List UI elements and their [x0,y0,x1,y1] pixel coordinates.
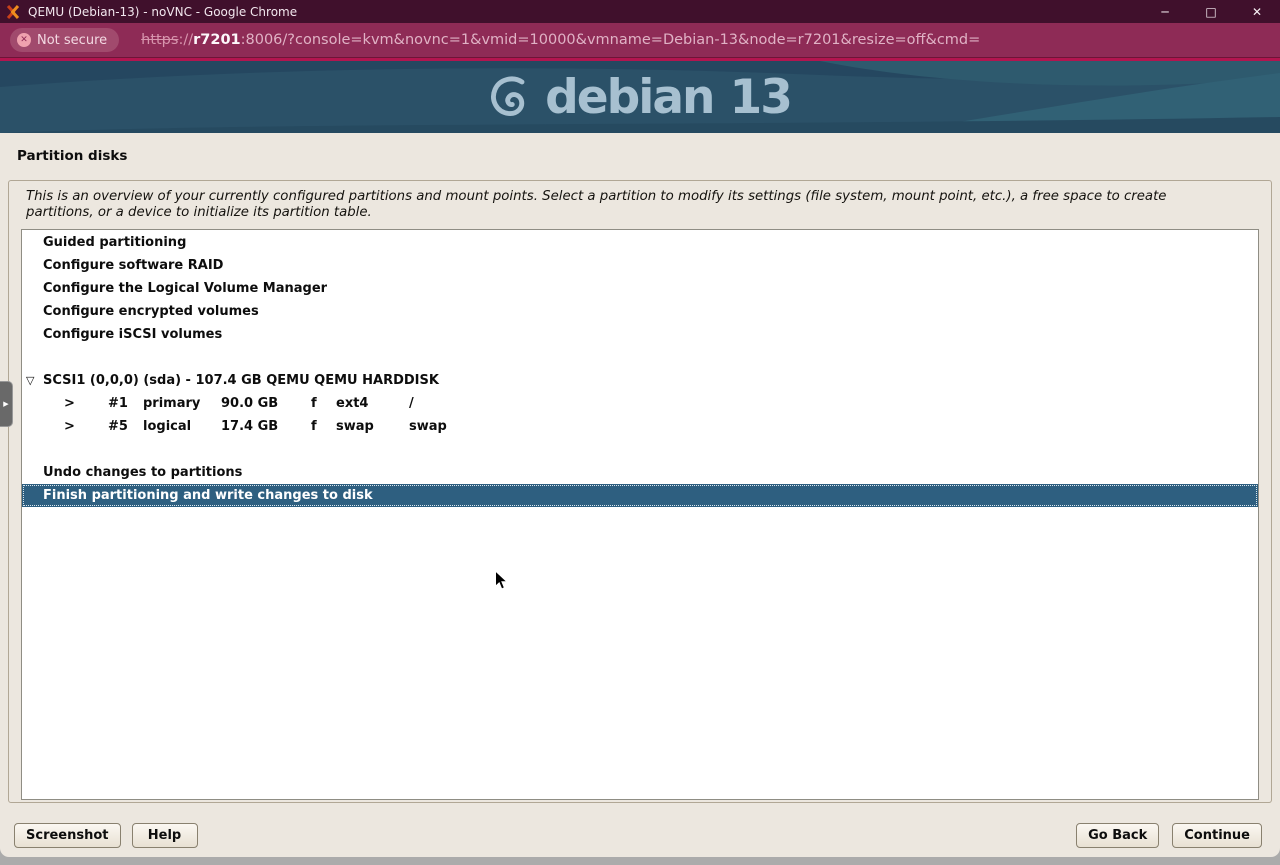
maximize-button[interactable]: □ [1188,0,1234,23]
bottom-band [0,857,1280,865]
window-title: QEMU (Debian-13) - noVNC - Google Chrome [28,5,297,19]
list-item-guided-partitioning[interactable]: Guided partitioning [22,231,1258,254]
url-path: :8006/?console=kvm&novnc=1&vmid=10000&vm… [241,32,981,48]
list-item-encrypted-volumes[interactable]: Configure encrypted volumes [22,300,1258,323]
partition-arrow-icon: > [64,415,75,438]
continue-button[interactable]: Continue [1172,823,1262,848]
page-title: Partition disks [17,148,127,164]
go-back-button[interactable]: Go Back [1076,823,1159,848]
screenshot-button[interactable]: Screenshot [14,823,121,848]
not-secure-icon: ✕ [17,33,31,47]
novnc-app-icon [6,5,20,19]
debian-version: 13 [730,74,791,121]
browser-titlebar: QEMU (Debian-13) - noVNC - Google Chrome… [0,0,1280,23]
list-item-undo-changes[interactable]: Undo changes to partitions [22,461,1258,484]
list-spacer [22,346,1258,369]
debian-banner: debian 13 [0,61,1280,133]
url-scheme: https [141,32,178,48]
debian-logo: debian 13 [0,61,1280,133]
list-item-software-raid[interactable]: Configure software RAID [22,254,1258,277]
expander-open-icon[interactable]: ▽ [26,369,34,392]
novnc-sidebar-handle[interactable]: ▶ [0,381,13,427]
list-item-disk-header[interactable]: ▽ SCSI1 (0,0,0) (sda) - 107.4 GB QEMU QE… [22,369,1258,392]
list-item-partition-1[interactable]: > #1 primary 90.0 GB f ext4 / [22,392,1258,415]
browser-toolbar: ✕ Not secure https://r7201:8006/?console… [0,23,1280,57]
list-item-finish-partitioning[interactable]: Finish partitioning and write changes to… [22,484,1258,507]
debian-swirl-icon [489,70,531,124]
security-badge-label: Not secure [37,33,107,48]
chevron-right-icon: ▶ [3,400,8,408]
list-spacer [22,438,1258,461]
debian-logo-text: debian [545,74,713,121]
mouse-cursor [494,570,509,591]
window-controls: ─ □ ✕ [1142,0,1280,23]
list-item-iscsi-volumes[interactable]: Configure iSCSI volumes [22,323,1258,346]
footer-right-buttons: Go Back Continue [1076,823,1262,848]
address-bar[interactable]: https://r7201:8006/?console=kvm&novnc=1&… [141,32,980,48]
minimize-button[interactable]: ─ [1142,0,1188,23]
installer-window: Partition disks This is an overview of y… [0,133,1280,857]
list-item-partition-5[interactable]: > #5 logical 17.4 GB f swap swap [22,415,1258,438]
footer-left-buttons: Screenshot Help [14,823,198,848]
url-host: r7201 [193,32,241,48]
partition-arrow-icon: > [64,392,75,415]
content-frame: This is an overview of your currently co… [8,180,1272,803]
url-separator: :// [178,32,193,48]
list-item-lvm[interactable]: Configure the Logical Volume Manager [22,277,1258,300]
close-button[interactable]: ✕ [1234,0,1280,23]
help-button[interactable]: Help [132,823,198,848]
security-badge[interactable]: ✕ Not secure [10,28,119,52]
page-description: This is an overview of your currently co… [26,189,1231,220]
partition-list: Guided partitioning Configure software R… [21,229,1259,800]
